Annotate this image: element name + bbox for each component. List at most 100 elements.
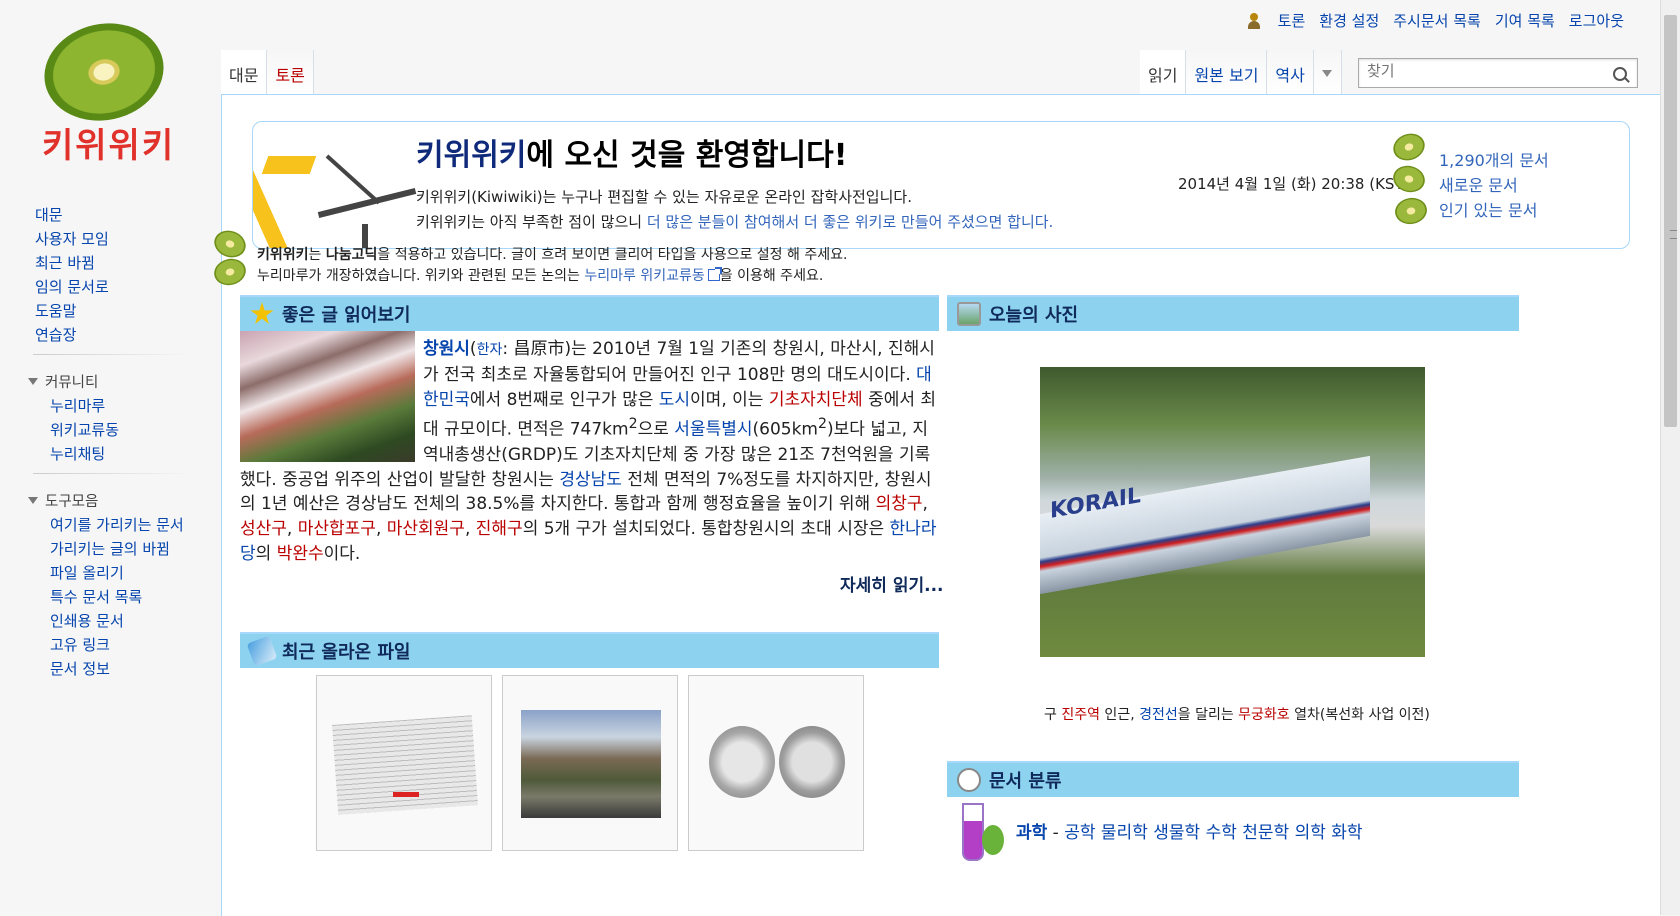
jeep-photo-image	[521, 710, 661, 818]
seoul-link[interactable]: 서울특별시	[674, 420, 752, 440]
site-logo[interactable]: 키위위키	[22, 12, 202, 168]
recent-file-thumb[interactable]	[688, 675, 864, 851]
tab-view-source[interactable]: 원본 보기	[1186, 50, 1268, 94]
seongsan-link[interactable]: 성산구	[240, 519, 287, 539]
welcome-invite-text: 키위위키는 아직 부족한 점이 많으니	[416, 213, 647, 231]
sidebar-item-related-changes[interactable]: 가리키는 글의 바뀜	[50, 540, 170, 558]
more-actions-dropdown[interactable]	[1313, 50, 1342, 94]
sidebar-item-help[interactable]: 도움말	[35, 302, 76, 320]
community-section-toggle[interactable]: 커뮤니티	[28, 371, 210, 392]
uichang-link[interactable]: 의창구	[876, 494, 923, 514]
mugunghwa-link[interactable]: 무궁화호	[1238, 707, 1290, 723]
text: 열차(복선화 사업 이전)	[1289, 707, 1430, 723]
text: 이며, 이는	[690, 389, 769, 410]
star-icon	[250, 302, 274, 324]
potd-title: 오늘의 사진	[989, 305, 1079, 326]
superscript: 2	[628, 416, 638, 433]
watchlist-link[interactable]: 주시문서 목록	[1393, 10, 1481, 31]
sidebar-item-page-info[interactable]: 문서 정보	[50, 660, 110, 678]
search-input[interactable]	[1365, 61, 1599, 81]
coin-front-image	[709, 726, 775, 798]
changwon-link[interactable]: 창원시	[423, 339, 470, 359]
text: 에서 8번째로 인구가 많은	[469, 389, 659, 410]
masanhappo-link[interactable]: 마산합포구	[298, 519, 376, 539]
community-list: 누리마루 위키교류동 누리채팅	[0, 396, 210, 465]
potd-image[interactable]: KORAIL	[1040, 367, 1425, 657]
read-more-link[interactable]: 자세히 읽기...	[840, 571, 944, 596]
sidebar-item-upload-file[interactable]: 파일 올리기	[50, 564, 124, 582]
sidebar-item-main-page[interactable]: 대문	[35, 206, 63, 224]
sidebar-divider	[33, 473, 193, 474]
sidebar-item-random-page[interactable]: 임의 문서로	[35, 278, 109, 296]
welcome-title-link[interactable]: 키위위키	[416, 138, 526, 173]
jinhae-link[interactable]: 진해구	[476, 519, 523, 539]
tab-talk[interactable]: 토론	[267, 50, 314, 94]
notice-text: 을 이용해 주세요.	[719, 268, 824, 284]
local-gov-link[interactable]: 기초자치단체	[769, 390, 863, 410]
text: 구	[1044, 707, 1062, 723]
tab-main-page[interactable]: 대문	[221, 50, 268, 94]
sidebar-item-recent-changes[interactable]: 최근 바뀜	[35, 254, 95, 272]
category-science-link[interactable]: 과학	[1016, 823, 1047, 843]
superscript: 2	[818, 416, 828, 433]
hanja-link[interactable]: 한자	[477, 342, 503, 358]
preferences-link[interactable]: 환경 설정	[1319, 10, 1379, 31]
logout-link[interactable]: 로그아웃	[1569, 10, 1624, 31]
popular-pages-link[interactable]: 인기 있는 문서	[1439, 198, 1549, 223]
sidebar-item-special-pages[interactable]: 특수 문서 목록	[50, 588, 142, 606]
chevron-down-icon	[1322, 69, 1333, 77]
featured-article-header: 좋은 글 읽어보기	[240, 295, 939, 331]
text: 인근,	[1099, 707, 1140, 723]
nurimaru-exchange-link[interactable]: 누리마루 위키교류동	[584, 268, 704, 284]
tab-history[interactable]: 역사	[1267, 50, 1314, 94]
article-count-link[interactable]: 1,290개의 문서	[1439, 148, 1549, 173]
site-notice: 키위위키는 나눔고딕을 적용하고 있습니다. 글이 흐려 보이면 클리어 타입을…	[210, 226, 912, 291]
jinju-station-link[interactable]: 진주역	[1061, 707, 1100, 723]
mayor-link[interactable]: 박완수	[277, 544, 324, 564]
sidebar-item-wiki-exchange[interactable]: 위키교류동	[50, 421, 119, 439]
category-physics-link[interactable]: 물리학	[1101, 823, 1148, 843]
content-area: 키위위키에 오신 것을 환영합니다! 키위위키(Kiwiwiki)는 누구나 편…	[210, 94, 1661, 916]
tools-list: 여기를 가리키는 문서 가리키는 글의 바뀜 파일 올리기 특수 문서 목록 인…	[0, 515, 210, 680]
sidebar-item-permalink[interactable]: 고유 링크	[50, 636, 110, 654]
kiwi-stack-icon	[1389, 129, 1430, 234]
contributions-link[interactable]: 기여 목록	[1495, 10, 1555, 31]
view-tabs: 읽기 원본 보기 역사	[1140, 50, 1342, 94]
collapse-triangle-icon	[28, 378, 38, 385]
collapse-triangle-icon	[28, 497, 38, 504]
gyeongnam-link[interactable]: 경상남도	[559, 470, 622, 490]
new-pages-link[interactable]: 새로운 문서	[1439, 173, 1549, 198]
category-engineering-link[interactable]: 공학	[1064, 823, 1095, 843]
categories-header: 문서 분류	[947, 761, 1519, 797]
masanhoewon-link[interactable]: 마산회원구	[387, 519, 465, 539]
category-science-row: 과학 - 공학 물리학 생물학 수학 천문학 의학 화학	[952, 801, 1522, 861]
category-chemistry-link[interactable]: 화학	[1331, 823, 1362, 843]
gyeongjeon-line-link[interactable]: 경전선	[1139, 707, 1178, 723]
category-biology-link[interactable]: 생물학	[1153, 823, 1200, 843]
welcome-links: 1,290개의 문서 새로운 문서 인기 있는 문서	[1439, 148, 1549, 223]
sidebar-item-printable[interactable]: 인쇄용 문서	[50, 612, 124, 630]
tools-section-toggle[interactable]: 도구모음	[28, 490, 210, 511]
sidebar-item-community-portal[interactable]: 사용자 모임	[35, 230, 109, 248]
text: (605km	[752, 420, 819, 441]
city-link[interactable]: 도시	[659, 390, 690, 410]
category-astronomy-link[interactable]: 천문학	[1242, 823, 1289, 843]
sidebar-item-nurimaru[interactable]: 누리마루	[50, 397, 105, 415]
sidebar-item-what-links-here[interactable]: 여기를 가리키는 문서	[50, 516, 184, 534]
personal-talk-link[interactable]: 토론	[1278, 10, 1306, 31]
search-icon[interactable]	[1613, 67, 1627, 81]
sidebar-item-sandbox[interactable]: 연습장	[35, 326, 76, 344]
text: 이다.	[323, 544, 361, 565]
scrollbar-thumb[interactable]	[1664, 15, 1677, 427]
user-icon	[1247, 12, 1260, 29]
welcome-invite-link[interactable]: 더 많은 분들이 참여해서 더 좋은 위키로 만들어 주셨으면 합니다.	[647, 213, 1053, 231]
recent-file-thumb[interactable]	[316, 675, 492, 851]
category-medicine-link[interactable]: 의학	[1295, 823, 1326, 843]
tab-read[interactable]: 읽기	[1140, 50, 1187, 94]
vertical-scrollbar[interactable]	[1660, 0, 1680, 915]
featured-article-text: 창원시(한자: 昌原市)는 2010년 7월 1일 기존의 창원시, 마산시, …	[240, 337, 940, 567]
recent-file-thumb[interactable]	[502, 675, 678, 851]
category-math-link[interactable]: 수학	[1206, 823, 1237, 843]
sidebar-item-nuri-chat[interactable]: 누리채팅	[50, 445, 105, 463]
notice-nurimaru-line: 누리마루가 개장하였습니다. 위키와 관련된 모든 논의는 누리마루 위키교류동…	[257, 265, 823, 285]
